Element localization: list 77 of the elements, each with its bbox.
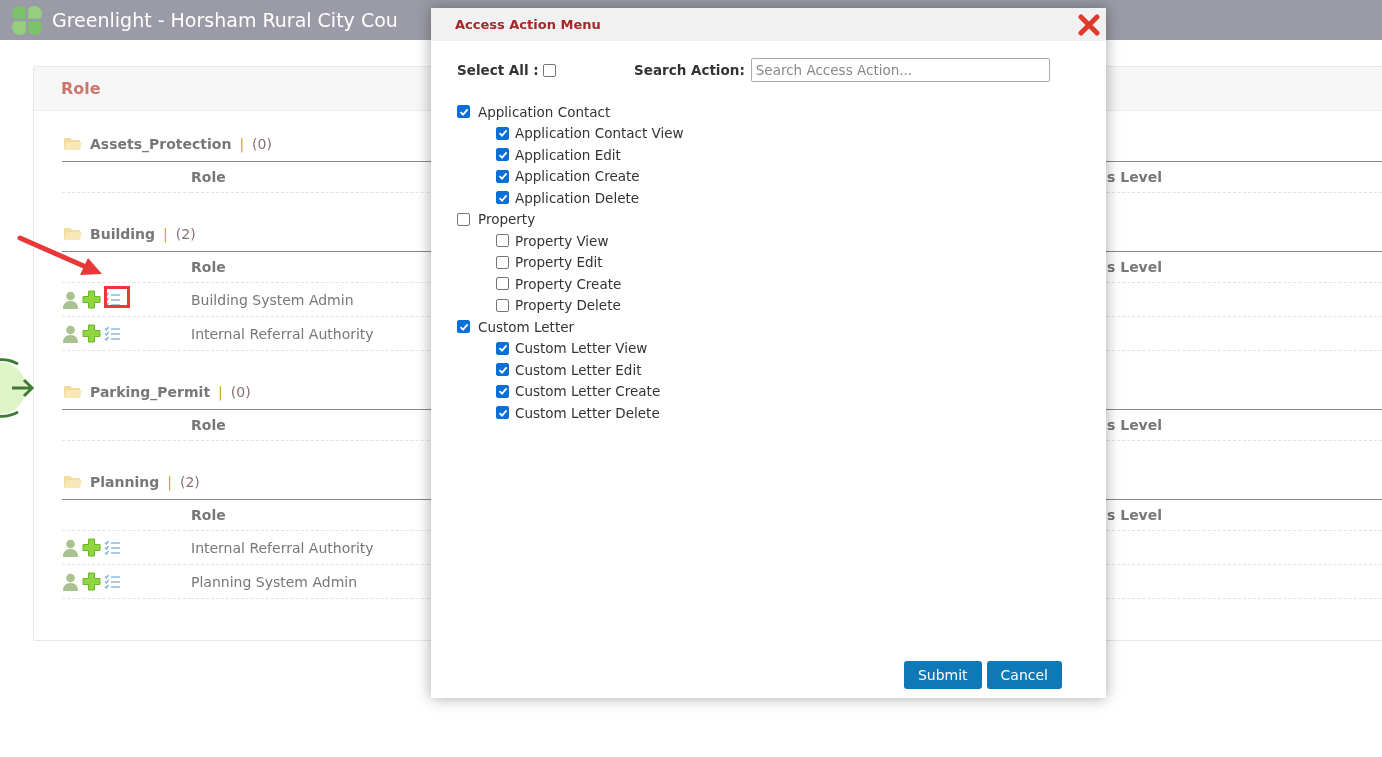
column-header: Role	[191, 507, 226, 523]
column-header: Role	[191, 259, 226, 275]
close-icon[interactable]	[1078, 13, 1100, 36]
role-name: Building System Admin	[191, 291, 354, 308]
cancel-button[interactable]: Cancel	[986, 661, 1062, 689]
column-header: s Level	[1107, 169, 1163, 185]
group-count: (0)	[230, 384, 251, 400]
checkbox[interactable]	[496, 234, 509, 248]
checklist-icon[interactable]	[104, 292, 121, 307]
checklist-icon[interactable]	[104, 540, 121, 555]
checklist-icon[interactable]	[104, 326, 121, 341]
panel-title: Role	[61, 79, 101, 98]
action-label: Custom Letter Create	[515, 383, 661, 400]
submit-button[interactable]: Submit	[903, 661, 982, 689]
group-count: (2)	[175, 226, 196, 242]
checkbox[interactable]	[457, 320, 470, 334]
logo-icon	[10, 3, 44, 37]
search-field[interactable]: Search Access Action...	[750, 58, 1050, 82]
action-label: Property Delete	[515, 297, 621, 314]
separator: |	[218, 384, 223, 400]
checkbox[interactable]	[496, 341, 509, 355]
column-header: s Level	[1107, 417, 1163, 433]
role-name: Internal Referral Authority	[191, 325, 374, 342]
action-group-label: Property	[478, 211, 536, 228]
checkbox[interactable]	[542, 63, 556, 77]
checkbox[interactable]	[496, 169, 509, 183]
add-icon[interactable]	[82, 324, 101, 343]
action-label: Property View	[515, 232, 609, 249]
checkbox[interactable]	[496, 126, 509, 140]
action-label: Property Edit	[515, 254, 603, 271]
group-name: Building	[90, 226, 156, 242]
checkbox[interactable]	[496, 298, 509, 312]
folder-icon	[64, 227, 82, 241]
action-label: Custom Letter Edit	[515, 361, 642, 378]
checkbox[interactable]	[496, 406, 509, 420]
group-name: Assets_Protection	[90, 136, 232, 152]
add-icon[interactable]	[82, 290, 101, 309]
checkbox[interactable]	[496, 148, 509, 162]
folder-icon	[64, 137, 82, 151]
group-count: (2)	[179, 474, 200, 490]
action-label: Application Delete	[515, 189, 640, 206]
search-label: Search Action:	[634, 62, 745, 78]
checkbox[interactable]	[496, 191, 509, 205]
column-header: s Level	[1107, 507, 1163, 523]
select-all-label: Select All :	[457, 62, 539, 78]
role-name: Planning System Admin	[191, 573, 358, 590]
separator: |	[239, 136, 245, 152]
action-label: Application Create	[515, 168, 640, 185]
add-icon[interactable]	[82, 538, 101, 557]
checkbox[interactable]	[496, 277, 509, 291]
action-label: Property Create	[515, 275, 622, 292]
action-label: Custom Letter View	[515, 340, 648, 357]
action-label: Application Contact View	[515, 125, 684, 142]
folder-icon	[64, 475, 82, 489]
app-title: Greenlight - Horsham Rural City Cou	[52, 9, 398, 31]
group-name: Parking_Permit	[90, 384, 211, 400]
action-group-label: Application Contact	[478, 103, 611, 120]
group-name: Planning	[90, 474, 160, 490]
checkbox[interactable]	[457, 212, 470, 226]
column-header: Role	[191, 417, 226, 433]
folder-icon	[64, 385, 82, 399]
checkbox[interactable]	[496, 363, 509, 377]
checkbox[interactable]	[496, 255, 509, 269]
group-count: (0)	[252, 136, 272, 152]
separator: |	[163, 226, 168, 242]
separator: |	[167, 474, 172, 490]
action-group-label: Custom Letter	[478, 318, 575, 335]
column-header: Role	[191, 169, 226, 185]
dialog-title: Access Action Menu	[455, 17, 601, 32]
action-label: Application Edit	[515, 146, 621, 163]
checklist-icon[interactable]	[104, 574, 121, 589]
column-header: s Level	[1107, 259, 1163, 275]
checkbox[interactable]	[496, 384, 509, 398]
checkbox[interactable]	[457, 105, 470, 119]
action-label: Custom Letter Delete	[515, 404, 660, 421]
role-name: Internal Referral Authority	[191, 539, 374, 556]
add-icon[interactable]	[82, 572, 101, 591]
